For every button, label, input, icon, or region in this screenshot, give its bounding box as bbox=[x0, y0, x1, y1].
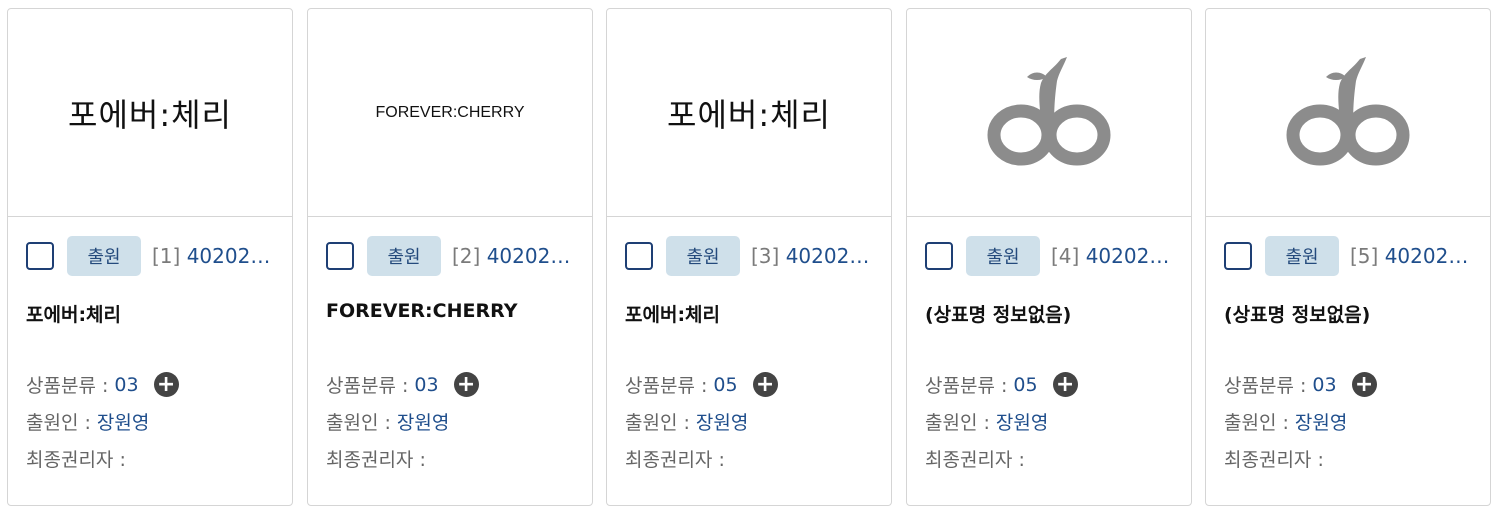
trademark-name[interactable]: (상표명 정보없음) bbox=[1224, 300, 1472, 330]
trademark-name[interactable]: 포에버:체리 bbox=[625, 300, 873, 330]
application-number[interactable]: [5] 40202… bbox=[1350, 244, 1468, 268]
applicant-label: 출원인 : bbox=[625, 412, 690, 434]
card-index: [2] bbox=[452, 244, 481, 268]
product-class-label: 상품분류 : bbox=[326, 375, 409, 397]
product-class-value: 03 bbox=[1312, 373, 1337, 396]
applicant-label: 출원인 : bbox=[925, 412, 990, 434]
cherry-logo-icon bbox=[987, 56, 1111, 165]
card-index: [5] bbox=[1350, 244, 1379, 268]
product-class-label: 상품분류 : bbox=[625, 375, 708, 397]
trademark-card-list: 포에버:체리 출원 [1] 40202… 포에버:체리 상품분류 : 03 + … bbox=[0, 0, 1501, 517]
final-owner-label: 최종권리자 : bbox=[1224, 449, 1324, 471]
application-number-link[interactable]: 40202… bbox=[786, 244, 870, 268]
final-owner-label: 최종권리자 : bbox=[326, 449, 426, 471]
product-class-row: 상품분류 : 05 + bbox=[625, 366, 873, 403]
application-number-link[interactable]: 40202… bbox=[487, 244, 571, 268]
trademark-thumbnail[interactable]: 포에버:체리 bbox=[607, 9, 891, 217]
select-checkbox[interactable] bbox=[26, 242, 54, 270]
application-number[interactable]: [2] 40202… bbox=[452, 244, 570, 268]
final-owner-row: 최종권리자 : bbox=[26, 440, 274, 477]
applicant-row: 출원인 : 장원영 bbox=[925, 403, 1173, 440]
product-class-label: 상품분류 : bbox=[1224, 375, 1307, 397]
product-class-value: 03 bbox=[114, 373, 139, 396]
applicant-row: 출원인 : 장원영 bbox=[326, 403, 574, 440]
application-number-link[interactable]: 40202… bbox=[1086, 244, 1170, 268]
applicant-value[interactable]: 장원영 bbox=[696, 408, 748, 435]
trademark-card[interactable]: 출원 [5] 40202… (상표명 정보없음) 상품분류 : 03 + 출원인… bbox=[1205, 8, 1491, 506]
product-class-row: 상품분류 : 03 + bbox=[326, 366, 574, 403]
product-class-value: 05 bbox=[1013, 373, 1038, 396]
application-number[interactable]: [3] 40202… bbox=[751, 244, 869, 268]
select-checkbox[interactable] bbox=[625, 242, 653, 270]
product-class-row: 상품분류 : 05 + bbox=[925, 366, 1173, 403]
trademark-thumbnail[interactable]: 포에버:체리 bbox=[8, 9, 292, 217]
applicant-row: 출원인 : 장원영 bbox=[1224, 403, 1472, 440]
applicant-value[interactable]: 장원영 bbox=[996, 408, 1048, 435]
application-number[interactable]: [4] 40202… bbox=[1051, 244, 1169, 268]
trademark-card[interactable]: 출원 [4] 40202… (상표명 정보없음) 상품분류 : 05 + 출원인… bbox=[906, 8, 1192, 506]
application-number-link[interactable]: 40202… bbox=[187, 244, 271, 268]
card-index: [1] bbox=[152, 244, 181, 268]
trademark-thumbnail-text: 포에버:체리 bbox=[667, 95, 831, 134]
card-index: [4] bbox=[1051, 244, 1080, 268]
plus-circle-icon[interactable]: + bbox=[453, 372, 479, 397]
plus-circle-icon[interactable]: + bbox=[1052, 372, 1078, 397]
select-checkbox[interactable] bbox=[326, 242, 354, 270]
final-owner-label: 최종권리자 : bbox=[625, 449, 725, 471]
trademark-card[interactable]: FOREVER:CHERRY 출원 [2] 40202… FOREVER:CHE… bbox=[307, 8, 593, 506]
trademark-name[interactable]: 포에버:체리 bbox=[26, 300, 274, 330]
card-index: [3] bbox=[751, 244, 780, 268]
cherry-logo-icon bbox=[1286, 56, 1410, 165]
status-badge: 출원 bbox=[966, 236, 1040, 276]
trademark-name[interactable]: (상표명 정보없음) bbox=[925, 300, 1173, 330]
product-class-row: 상품분류 : 03 + bbox=[26, 366, 274, 403]
product-class-value: 05 bbox=[713, 373, 738, 396]
product-class-label: 상품분류 : bbox=[925, 375, 1008, 397]
select-checkbox[interactable] bbox=[1224, 242, 1252, 270]
status-badge: 출원 bbox=[367, 236, 441, 276]
status-badge: 출원 bbox=[67, 236, 141, 276]
trademark-thumbnail[interactable] bbox=[907, 9, 1191, 217]
trademark-thumbnail-text: FOREVER:CHERRY bbox=[375, 103, 525, 121]
trademark-thumbnail[interactable]: FOREVER:CHERRY bbox=[308, 9, 592, 217]
plus-circle-icon[interactable]: + bbox=[752, 372, 778, 397]
status-badge: 출원 bbox=[1265, 236, 1339, 276]
applicant-label: 출원인 : bbox=[1224, 412, 1289, 434]
applicant-value[interactable]: 장원영 bbox=[397, 408, 449, 435]
product-class-value: 03 bbox=[414, 373, 439, 396]
product-class-label: 상품분류 : bbox=[26, 375, 109, 397]
applicant-row: 출원인 : 장원영 bbox=[26, 403, 274, 440]
final-owner-label: 최종권리자 : bbox=[925, 449, 1025, 471]
plus-circle-icon[interactable]: + bbox=[153, 372, 179, 397]
trademark-card[interactable]: 포에버:체리 출원 [1] 40202… 포에버:체리 상품분류 : 03 + … bbox=[7, 8, 293, 506]
applicant-row: 출원인 : 장원영 bbox=[625, 403, 873, 440]
applicant-value[interactable]: 장원영 bbox=[97, 408, 149, 435]
final-owner-row: 최종권리자 : bbox=[326, 440, 574, 477]
plus-circle-icon[interactable]: + bbox=[1351, 372, 1377, 397]
final-owner-row: 최종권리자 : bbox=[625, 440, 873, 477]
application-number[interactable]: [1] 40202… bbox=[152, 244, 270, 268]
trademark-thumbnail-text: 포에버:체리 bbox=[68, 95, 232, 134]
trademark-card[interactable]: 포에버:체리 출원 [3] 40202… 포에버:체리 상품분류 : 05 + … bbox=[606, 8, 892, 506]
trademark-name[interactable]: FOREVER:CHERRY bbox=[326, 300, 574, 330]
applicant-label: 출원인 : bbox=[26, 412, 91, 434]
product-class-row: 상품분류 : 03 + bbox=[1224, 366, 1472, 403]
final-owner-row: 최종권리자 : bbox=[925, 440, 1173, 477]
applicant-value[interactable]: 장원영 bbox=[1295, 408, 1347, 435]
trademark-thumbnail[interactable] bbox=[1206, 9, 1490, 217]
applicant-label: 출원인 : bbox=[326, 412, 391, 434]
status-badge: 출원 bbox=[666, 236, 740, 276]
select-checkbox[interactable] bbox=[925, 242, 953, 270]
application-number-link[interactable]: 40202… bbox=[1385, 244, 1469, 268]
final-owner-row: 최종권리자 : bbox=[1224, 440, 1472, 477]
final-owner-label: 최종권리자 : bbox=[26, 449, 126, 471]
